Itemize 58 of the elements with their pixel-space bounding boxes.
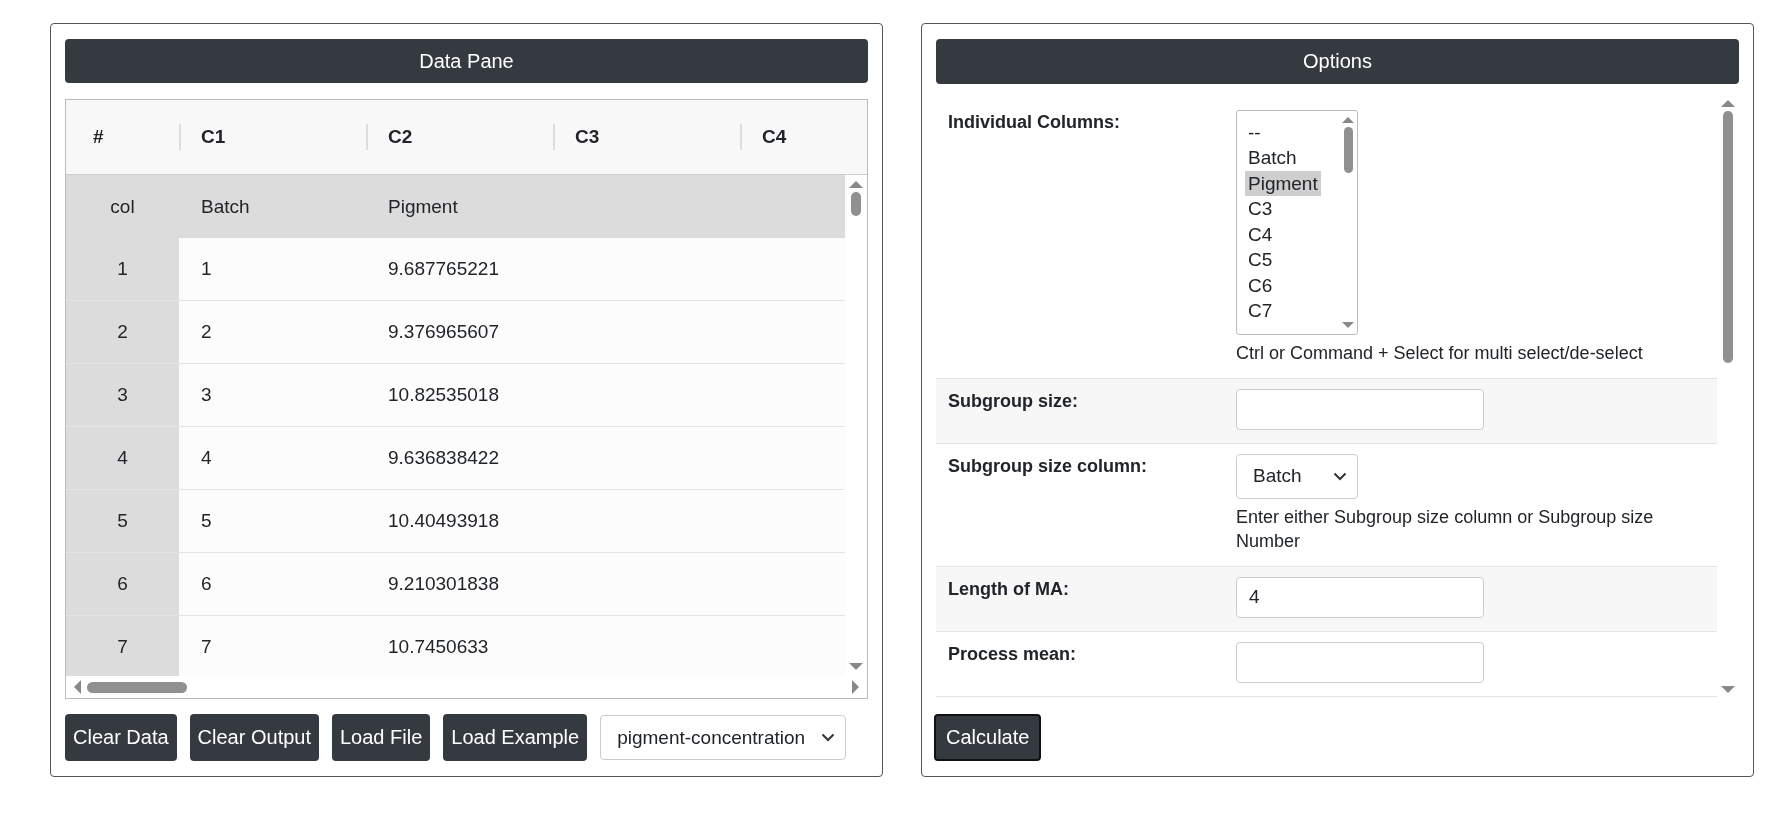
action-button[interactable]: Clear Output (189, 714, 319, 761)
table-cell-text: Pigment (387, 194, 459, 219)
row-number: 7 (66, 616, 179, 676)
list-option[interactable]: -- (1245, 119, 1264, 146)
row-number: 6 (66, 553, 179, 615)
action-button[interactable]: Load Example (443, 714, 588, 761)
column-header[interactable]: C1 (201, 126, 226, 148)
column-header[interactable]: # (93, 126, 104, 148)
table-cell-text: 6 (200, 572, 213, 596)
field-label: Length of MA: (947, 577, 1070, 601)
column-dropdown[interactable]: Batch (1236, 453, 1358, 499)
help-text: Ctrl or Command + Select for multi select/de-select (1236, 341, 1644, 365)
list-option[interactable]: C5 (1245, 247, 1276, 273)
table-cell-text: 10.82535018 (387, 383, 500, 407)
action-button[interactable]: Load File (332, 714, 431, 761)
column-header[interactable]: C3 (575, 126, 600, 148)
field-label: Subgroup size: (947, 389, 1079, 413)
action-button[interactable]: Clear Data (65, 714, 177, 761)
example-dropdown[interactable]: pigment-concentration (600, 715, 847, 760)
row-number: 2 (66, 301, 179, 363)
list-option[interactable]: C6 (1245, 272, 1276, 299)
table-cell-text: 9.687765221 (387, 257, 500, 281)
table-cell-text: 10.7450633 (387, 635, 490, 659)
list-option[interactable]: Pigment (1245, 170, 1321, 197)
table-cell-text: 9.636838422 (387, 446, 500, 470)
field-label: Process mean: (947, 642, 1078, 666)
list-option[interactable]: Batch (1245, 145, 1300, 171)
table-cell-text: 10.40493918 (387, 509, 500, 533)
chevron-down-icon (1333, 471, 1347, 481)
list-option[interactable]: C4 (1245, 221, 1276, 248)
row-number: 5 (66, 490, 179, 552)
panel-title: Options (936, 39, 1739, 84)
column-listbox[interactable]: -- Batch Pigment C3 C4 C5 C6 C7 (1236, 109, 1358, 335)
table-cell-text: 2 (200, 320, 213, 344)
calculate-button[interactable]: Calculate (934, 714, 1042, 761)
help-text: Enter either Subgroup size column or Subgroup size Number (1236, 505, 1655, 553)
panel-title: Data Pane (65, 39, 868, 83)
table-cell-text: Batch (200, 194, 251, 219)
column-header[interactable]: C4 (762, 126, 787, 148)
table-cell-text: 7 (200, 635, 213, 659)
field-label: Subgroup size column: (947, 454, 1148, 478)
field-label: Individual Columns: (947, 110, 1121, 134)
table-cell-text: 4 (200, 446, 213, 470)
table-cell-text: 9.376965607 (387, 320, 500, 344)
row-number: 4 (66, 427, 179, 489)
row-number: 3 (66, 364, 179, 426)
column-header[interactable]: C2 (388, 126, 413, 148)
chevron-down-icon (821, 733, 836, 742)
input-field[interactable] (1236, 641, 1484, 683)
list-option[interactable]: C7 (1245, 298, 1276, 324)
list-option[interactable]: C3 (1245, 196, 1276, 222)
row-number: 1 (66, 238, 179, 300)
table-cell-text: 9.210301838 (387, 572, 500, 596)
table-cell-text: 5 (200, 509, 213, 533)
input-field[interactable] (1236, 388, 1484, 430)
table-cell-text: 3 (200, 383, 213, 407)
table-cell-text: 1 (200, 257, 213, 281)
input-field[interactable]: 4 (1236, 576, 1484, 618)
